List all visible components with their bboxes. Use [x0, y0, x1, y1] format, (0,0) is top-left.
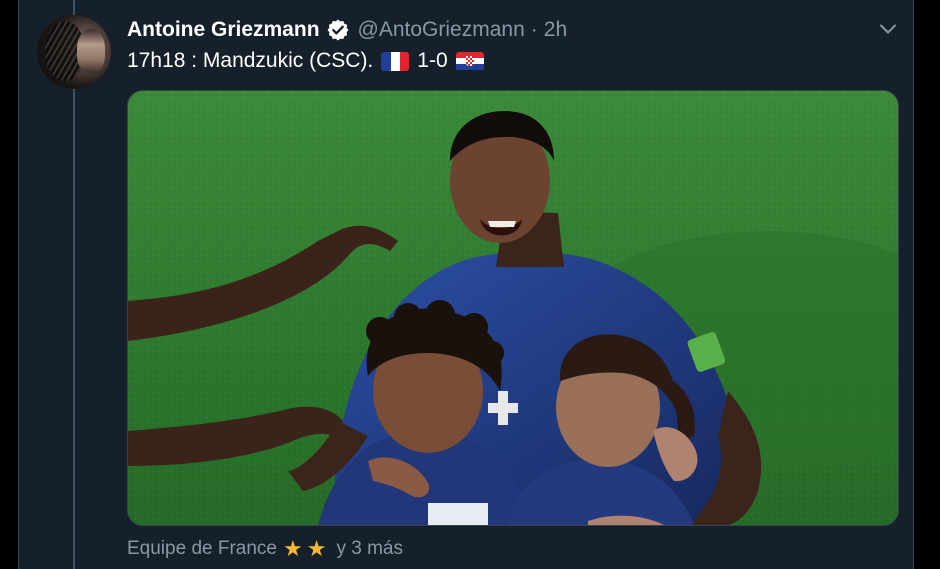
flag-france-icon: [381, 51, 410, 71]
photo-players-celebrating: [128, 91, 898, 525]
tweet-timestamp[interactable]: 2h: [544, 18, 567, 42]
team-mention[interactable]: Equipe de France: [127, 538, 277, 560]
avatar-face: [77, 29, 105, 73]
tweet-header: Antoine Griezmann @AntoGriezmann · 2h: [127, 14, 567, 46]
author-name[interactable]: Antoine Griezmann: [127, 18, 320, 42]
tweet-score: 1-0: [417, 49, 448, 72]
tweet-text-main: 17h18 : Mandzukic (CSC).: [127, 49, 374, 72]
flag-croatia-icon: [455, 51, 484, 71]
author-handle[interactable]: @AntoGriezmann: [358, 18, 525, 42]
tweet-text: 17h18 : Mandzukic (CSC). 1-0: [127, 47, 492, 75]
more-mentions-link[interactable]: y 3 más: [336, 538, 403, 560]
avatar[interactable]: [37, 15, 111, 89]
verified-badge-icon: [326, 18, 350, 42]
tweet-footer: Equipe de France ★ ★ y 3 más: [127, 534, 403, 564]
chevron-down-icon[interactable]: [877, 18, 899, 40]
header-separator: ·: [530, 18, 538, 41]
tweet-photo[interactable]: [127, 90, 899, 526]
timeline-column: Antoine Griezmann @AntoGriezmann · 2h 17…: [18, 0, 914, 569]
star-icon: ★: [306, 536, 327, 561]
star-icon: ★: [283, 536, 303, 561]
